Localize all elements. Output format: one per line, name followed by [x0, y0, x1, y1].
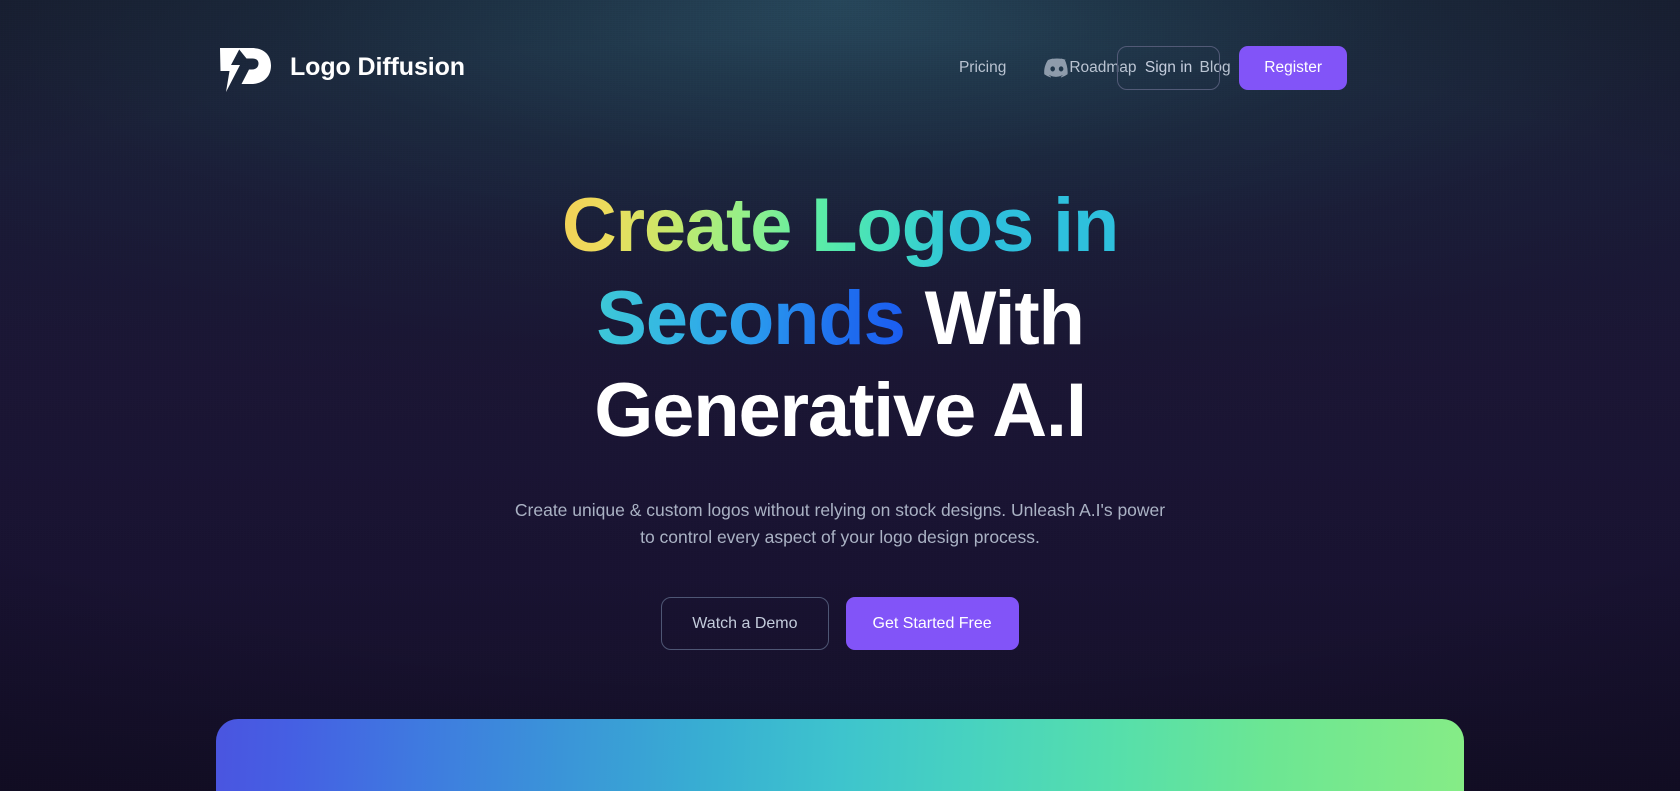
hero-subtitle-line-2: to control every aspect of your logo des… [640, 527, 1040, 548]
brand-logo[interactable]: Logo Diffusion [216, 42, 465, 94]
showcase-gradient-panel [216, 719, 1464, 791]
watch-demo-button[interactable]: Watch a Demo [661, 597, 829, 651]
hero-cta-row: Watch a Demo Get Started Free [0, 597, 1680, 651]
landing-page: Logo Diffusion Pricing Roadmap Blog Cont… [0, 0, 1680, 791]
get-started-free-button[interactable]: Get Started Free [845, 597, 1019, 651]
sign-in-button[interactable]: Sign in [1116, 45, 1221, 90]
site-header: Logo Diffusion Pricing Roadmap Blog Cont… [0, 0, 1680, 135]
headline-line-2-gradient: Seconds [596, 275, 906, 361]
header-actions: Sign in Register [1044, 45, 1347, 90]
hero-subtitle: Create unique & custom logos without rel… [0, 497, 1680, 551]
register-button[interactable]: Register [1239, 45, 1347, 90]
page-title: Create Logos in Seconds With Generative … [0, 180, 1680, 458]
headline-line-3: Generative A.I [594, 368, 1087, 454]
discord-icon[interactable] [1044, 57, 1070, 78]
headline-line-1: Create Logos in [561, 183, 1120, 268]
ld-lightning-logo-icon [220, 47, 271, 92]
nav-link-pricing[interactable]: Pricing [959, 51, 1006, 85]
hero-subtitle-line-1: Create unique & custom logos without rel… [514, 500, 1166, 521]
brand-name: Logo Diffusion [290, 53, 465, 81]
headline-line-2-white: With [924, 275, 1085, 361]
